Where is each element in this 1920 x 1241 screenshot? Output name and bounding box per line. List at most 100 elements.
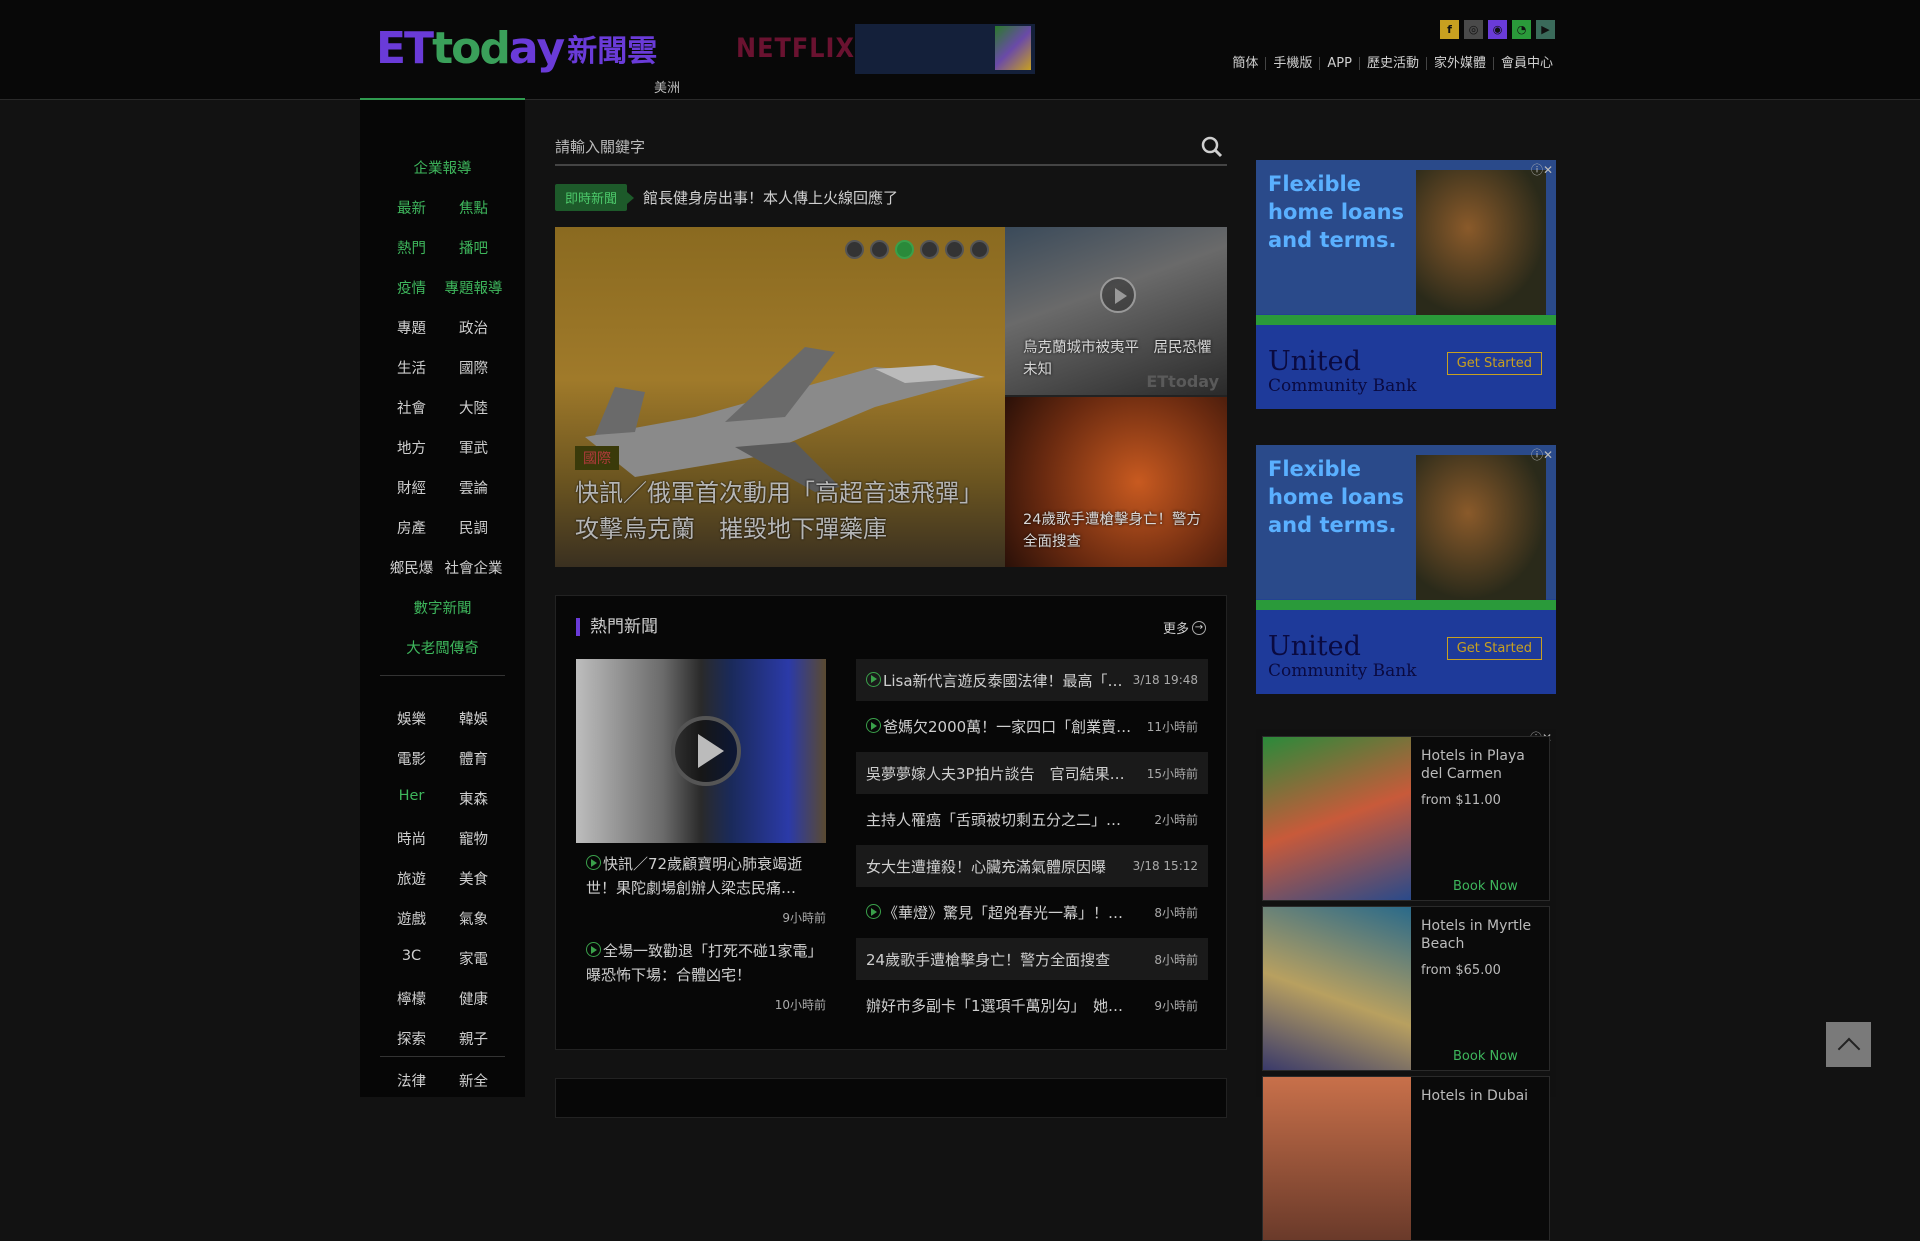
slider-dot[interactable] [945, 240, 964, 259]
sidebar-item[interactable]: 電影 [381, 748, 443, 769]
hot-news-row[interactable]: 辦好市多副卡「1選項千萬別勾」 她… 9小時前 [856, 985, 1208, 1027]
banner-ad[interactable] [855, 24, 1035, 74]
sidebar-item[interactable]: 專題報導 [443, 277, 505, 298]
sidebar-item[interactable]: 體育 [443, 748, 505, 769]
sidebar-item[interactable]: 親子 [443, 1028, 505, 1049]
hot-news-row[interactable]: 女大生遭撞殺！心臟充滿氣體原因曝 3/18 15:12 [856, 845, 1208, 887]
hot-news-row[interactable]: Lisa新代言遊反泰國法律！最高「… 3/18 19:48 [856, 659, 1208, 701]
sidebar-item[interactable]: 檸檬 [381, 988, 443, 1009]
link-simplified[interactable]: 簡体 [1225, 57, 1265, 70]
sidebar-item[interactable]: 專題 [381, 317, 443, 338]
sidebar-item[interactable]: Her [381, 788, 443, 809]
search-icon[interactable] [1201, 136, 1223, 158]
sidebar-item[interactable]: 健康 [443, 988, 505, 1009]
sidebar-item[interactable]: 民調 [443, 517, 505, 538]
sidebar-item[interactable]: 家電 [443, 948, 505, 969]
sidebar-item[interactable]: 大陸 [443, 397, 505, 418]
facebook-icon[interactable]: f [1440, 20, 1459, 39]
sidebar-item[interactable]: 旅遊 [381, 868, 443, 889]
sidebar-item[interactable]: 寵物 [443, 828, 505, 849]
hot-left-item-1[interactable]: 快訊／72歲顧寶明心肺衰竭逝世！果陀劇場創辦人梁志民痛… [586, 852, 826, 900]
sidebar-item[interactable]: 娛樂 [381, 708, 443, 729]
sidebar-item[interactable]: 地方 [381, 437, 443, 458]
sidebar-item[interactable]: 生活 [381, 357, 443, 378]
breaking-news-badge: 即時新聞 [555, 183, 635, 211]
sidebar-item[interactable]: 韓娛 [443, 708, 505, 729]
slider-dot[interactable] [920, 240, 939, 259]
sidebar-row: Her 東森 [360, 788, 525, 809]
hotel-card-3[interactable]: Hotels in Dubai [1262, 1076, 1550, 1241]
ad-get-started-button[interactable]: Get Started [1446, 352, 1542, 375]
search-input[interactable] [555, 136, 1175, 158]
sidebar-item[interactable]: 大老闆傳奇 [406, 637, 479, 658]
sidebar-item[interactable]: 最新 [381, 197, 443, 218]
sidebar-item[interactable]: 熱門 [381, 237, 443, 258]
sidebar-item[interactable]: 美食 [443, 868, 505, 889]
sidebar-item[interactable]: 探索 [381, 1028, 443, 1049]
slider-dot[interactable] [970, 240, 989, 259]
hot-news-row[interactable]: 24歲歌手遭槍擊身亡！警方全面搜查 8小時前 [856, 938, 1208, 980]
breaking-news-headline[interactable]: 館長健身房出事！本人傳上火線回應了 [643, 187, 898, 208]
netflix-ad[interactable]: NETFLIX [736, 33, 855, 64]
line-icon[interactable]: ◉ [1488, 20, 1507, 39]
region-label[interactable]: 美洲 [654, 77, 680, 96]
book-now-link[interactable]: Book Now [1453, 1049, 1518, 1064]
hot-left-item-2-time: 10小時前 [774, 998, 826, 1012]
slide-main[interactable]: 國際 快訊／俄軍首次動用「高超音速飛彈」攻擊烏克蘭 摧毀地下彈藥庫 [555, 227, 1005, 567]
sidebar-item[interactable]: 社會企業 [443, 557, 505, 578]
ad-get-started-button[interactable]: Get Started [1446, 637, 1542, 660]
sidebar-item[interactable]: 氣象 [443, 908, 505, 929]
book-now-link[interactable]: Book Now [1453, 879, 1518, 894]
sidebar-item[interactable]: 社會 [381, 397, 443, 418]
sidebar-item[interactable]: 房產 [381, 517, 443, 538]
sidebar-item[interactable]: 企業報導 [414, 157, 472, 178]
sidebar-item[interactable]: 疫情 [381, 277, 443, 298]
slider-dot[interactable] [870, 240, 889, 259]
sidebar-item[interactable]: 財經 [381, 477, 443, 498]
hot-news-row[interactable]: 《華燈》驚見「超兇春光一幕」！… 8小時前 [856, 892, 1208, 934]
slider-dot[interactable] [895, 240, 914, 259]
ad-close-icon[interactable]: ⓘ✕ [1531, 161, 1553, 178]
hot-news-row[interactable]: 吳夢夢嫁人夫3P拍片談告 官司結果… 15小時前 [856, 752, 1208, 794]
hot-news-thumbnail[interactable] [576, 659, 826, 843]
hot-left-item-2[interactable]: 全場一致勸退「打死不碰1家電」 曝恐怖下場：合體凶宅！ [586, 939, 830, 987]
youtube-icon[interactable]: ▶ [1536, 20, 1555, 39]
hot-news-row[interactable]: 主持人罹癌「舌頭被切剩五分之二」… 2小時前 [856, 799, 1208, 841]
sidebar-item[interactable]: 東森 [443, 788, 505, 809]
ad-close-icon[interactable]: ⓘ✕ [1531, 446, 1553, 463]
sidebar-item[interactable]: 新全 [443, 1070, 505, 1091]
link-app[interactable]: APP [1319, 57, 1359, 70]
link-ooh-media[interactable]: 家外媒體 [1425, 57, 1493, 70]
sidebar-item[interactable]: 3C [381, 948, 443, 969]
hot-news-row[interactable]: 爸媽欠2000萬！一家四口「創業賣… 11小時前 [856, 706, 1208, 748]
sidebar-item[interactable]: 政治 [443, 317, 505, 338]
slide-headline[interactable]: 快訊／俄軍首次動用「高超音速飛彈」攻擊烏克蘭 摧毀地下彈藥庫 [575, 475, 995, 547]
link-member[interactable]: 會員中心 [1492, 57, 1560, 70]
sidebar-item[interactable]: 國際 [443, 357, 505, 378]
sidebar-item[interactable]: 數字新聞 [414, 597, 472, 618]
link-mobile[interactable]: 手機版 [1265, 57, 1319, 70]
sidebar-item[interactable]: 法律 [381, 1070, 443, 1091]
hotel-card-1[interactable]: Hotels in Playa del Carmen from $11.00 B… [1262, 736, 1550, 901]
loan-ad-2[interactable]: Flexible home loans and terms. United Com… [1256, 445, 1556, 694]
slide-side-story-1[interactable]: 烏克蘭城市被夷平 居民恐懼未知 ETtoday [1005, 227, 1227, 395]
back-to-top-button[interactable] [1826, 1022, 1871, 1067]
sidebar-item[interactable]: 雲論 [443, 477, 505, 498]
sidebar-item[interactable]: 遊戲 [381, 908, 443, 929]
instagram-icon[interactable]: ◎ [1464, 20, 1483, 39]
loan-ad-1[interactable]: Flexible home loans and terms. United Com… [1256, 160, 1556, 409]
link-history[interactable]: 歷史活動 [1358, 57, 1426, 70]
rss-icon[interactable]: ◔ [1512, 20, 1531, 39]
ettoday-logo[interactable]: ET tod a y 新聞雲 [376, 22, 657, 74]
slider-dot[interactable] [845, 240, 864, 259]
slide-category-tag[interactable]: 國際 [575, 446, 619, 470]
more-link[interactable]: 更多 → [1163, 618, 1206, 637]
hotel-card-2[interactable]: Hotels in Myrtle Beach from $65.00 Book … [1262, 906, 1550, 1071]
hot-news-row-time: 15小時前 [1146, 766, 1198, 781]
sidebar-item[interactable]: 焦點 [443, 197, 505, 218]
sidebar-item[interactable]: 軍武 [443, 437, 505, 458]
sidebar-item[interactable]: 鄉民爆 [381, 557, 443, 578]
sidebar-item[interactable]: 播吧 [443, 237, 505, 258]
sidebar-item[interactable]: 時尚 [381, 828, 443, 849]
slide-side-story-2[interactable]: 24歲歌手遭槍擊身亡！警方全面搜查 [1005, 397, 1227, 567]
